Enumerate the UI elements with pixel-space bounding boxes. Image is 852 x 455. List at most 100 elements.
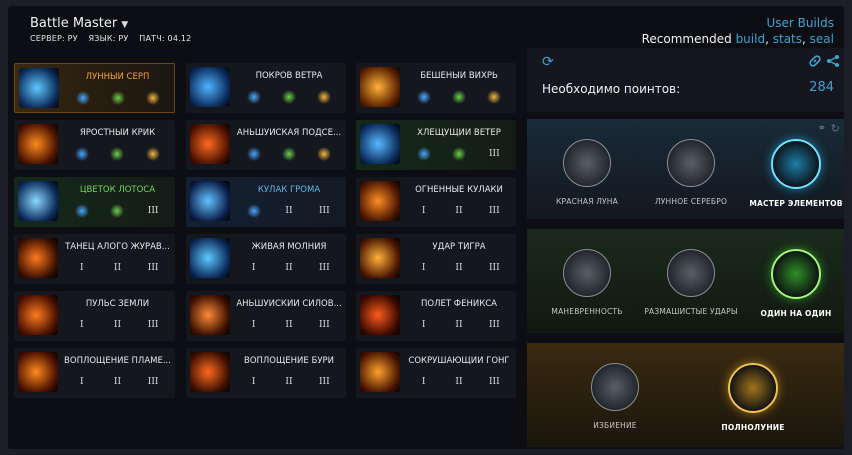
class-title: Battle Master — [30, 16, 118, 31]
talent-option[interactable]: РАЗМАШИСТЫЕ УДАРЫ — [641, 249, 741, 316]
skill-tier-option[interactable]: I — [70, 263, 94, 273]
skill-card[interactable]: АНЬШУЙСКАЯ ПОДСЕ... — [186, 120, 346, 170]
skill-card[interactable]: ТАНЕЦ АЛОГО ЖУРАВ... I II III — [14, 234, 175, 284]
skill-card[interactable]: ЖИВАЯ МОЛНИЯ I II III — [186, 234, 346, 284]
skill-tier-option[interactable]: II — [447, 377, 471, 387]
skill-option-icon[interactable] — [106, 91, 130, 105]
skill-tier-option[interactable]: II — [277, 263, 301, 273]
skill-tier-option[interactable]: I — [412, 263, 436, 273]
skill-option-icon[interactable] — [242, 147, 266, 161]
skill-option-icon[interactable] — [70, 204, 94, 218]
skill-option-icon[interactable] — [105, 147, 129, 161]
skill-card[interactable]: ВОПЛОЩЕНИЕ БУРИ I II III — [186, 348, 346, 398]
skill-icon — [360, 67, 400, 107]
skill-tier-option[interactable]: III — [482, 149, 506, 159]
user-builds-link[interactable]: User Builds — [766, 16, 834, 30]
skill-option-icon[interactable] — [105, 204, 129, 218]
skill-tier-option[interactable]: I — [412, 206, 436, 216]
skill-tier-option[interactable]: I — [412, 377, 436, 387]
skill-tier-option[interactable]: II — [447, 320, 471, 330]
skill-tier-option[interactable]: I — [70, 320, 94, 330]
skill-card[interactable]: СОКРУШАЮЩИЙ ГОНГ I II III — [356, 348, 516, 398]
talent-option[interactable]: ПОЛНОЛУНИЕ — [703, 363, 803, 432]
skill-option-icon[interactable] — [277, 90, 301, 104]
skill-tier-option[interactable]: I — [242, 320, 266, 330]
skill-card[interactable]: ЦВЕТОК ЛОТОСА III — [14, 177, 175, 227]
talent-option[interactable]: ЛУННОЕ СЕРЕБРО — [641, 139, 741, 206]
skill-tier-option[interactable]: III — [141, 377, 165, 387]
class-selector[interactable]: Battle Master ▼ — [30, 16, 128, 31]
skill-tier-option[interactable]: III — [312, 320, 336, 330]
skill-option-icon[interactable] — [412, 147, 436, 161]
skill-option-icon[interactable] — [277, 147, 301, 161]
skill-option-icon[interactable] — [71, 91, 95, 105]
skill-card[interactable]: КУЛАК ГРОМА II III — [186, 177, 346, 227]
potion-icon — [771, 139, 821, 189]
skill-card[interactable]: БЕШЕНЫЙ ВИХРЬ — [356, 63, 516, 113]
skill-card[interactable]: АНЬШУЙСКИЙ СИЛОВ... I II III — [186, 291, 346, 341]
skill-card[interactable]: ВОПЛОЩЕНИЕ ПЛАМЕ... I II III — [14, 348, 175, 398]
skill-tier-options: I II III — [236, 374, 342, 390]
skill-option-icon[interactable] — [242, 90, 266, 104]
skill-option-icon[interactable] — [70, 147, 94, 161]
share-icon[interactable] — [826, 54, 840, 72]
skill-tier-option[interactable]: III — [141, 263, 165, 273]
skill-tier-option[interactable]: I — [70, 377, 94, 387]
chevron-down-icon: ▼ — [121, 20, 129, 30]
skill-tier-option[interactable]: III — [312, 206, 336, 216]
skill-tier-option[interactable]: II — [277, 206, 301, 216]
skill-card[interactable]: ЯРОСТНЫЙ КРИК — [14, 120, 175, 170]
skill-option-icon[interactable] — [312, 147, 336, 161]
skill-option-icon[interactable] — [312, 90, 336, 104]
sword-moon-icon — [728, 363, 778, 413]
skill-card[interactable]: ХЛЕЩУЩИЙ ВЕТЕР III — [356, 120, 516, 170]
skill-card[interactable]: ПОЛЕТ ФЕНИКСА I II III — [356, 291, 516, 341]
skill-option-icon[interactable] — [482, 90, 506, 104]
skill-option-icon[interactable] — [141, 147, 165, 161]
skill-tier-option[interactable]: III — [312, 377, 336, 387]
skill-card[interactable]: ОГНЕННЫЕ КУЛАКИ I II III — [356, 177, 516, 227]
skill-icon — [18, 352, 58, 392]
skill-tier-option[interactable]: III — [482, 206, 506, 216]
sync-icon[interactable]: ⟳ — [542, 54, 554, 70]
skill-card[interactable]: ПУЛЬС ЗЕМЛИ I II III — [14, 291, 175, 341]
skill-tier-option[interactable]: I — [242, 377, 266, 387]
talent-option[interactable]: МАСТЕР ЭЛЕМЕНТОВ — [746, 139, 844, 208]
talent-option[interactable]: КРАСНАЯ ЛУНА — [537, 139, 637, 206]
skill-tier-option[interactable]: III — [482, 320, 506, 330]
skill-tier-option[interactable]: I — [412, 320, 436, 330]
skill-tier-option[interactable]: II — [277, 377, 301, 387]
seal-link[interactable]: seal — [810, 32, 834, 46]
skill-tier-option[interactable]: II — [105, 263, 129, 273]
skill-tier-option[interactable]: II — [105, 320, 129, 330]
skill-tier-option[interactable]: III — [141, 320, 165, 330]
skill-option-icon[interactable] — [242, 204, 266, 218]
skill-tier-option[interactable]: II — [447, 206, 471, 216]
talent-option[interactable]: ИЗБИЕНИЕ — [565, 363, 665, 430]
skill-tier-option[interactable]: I — [242, 263, 266, 273]
link-icon[interactable] — [808, 54, 822, 72]
skill-name: ВОПЛОЩЕНИЕ ПЛАМЕ... — [64, 356, 171, 366]
skill-card[interactable]: УДАР ТИГРА I II III — [356, 234, 516, 284]
skill-tier-option[interactable]: III — [312, 263, 336, 273]
skill-option-icon[interactable] — [141, 91, 165, 105]
skill-tier-option[interactable]: II — [447, 263, 471, 273]
talent-option[interactable]: МАНЕВРЕННОСТЬ — [537, 249, 637, 316]
skill-tier-options: I II III — [406, 203, 512, 219]
skill-card[interactable]: ПОКРОВ ВЕТРА — [186, 63, 346, 113]
skill-option-icon[interactable] — [447, 90, 471, 104]
skill-tier-option[interactable]: II — [277, 320, 301, 330]
stats-link[interactable]: stats — [773, 32, 802, 46]
skill-option-icon[interactable] — [412, 90, 436, 104]
skill-tier-option[interactable]: II — [105, 377, 129, 387]
skill-tier-option[interactable]: III — [482, 263, 506, 273]
skill-card[interactable]: ЛУННЫЙ СЕРП — [14, 63, 175, 113]
row-link-icon[interactable]: ⚭ — [818, 123, 826, 134]
skill-option-icon[interactable] — [447, 147, 471, 161]
skill-tier-options — [236, 89, 342, 105]
skill-tier-option[interactable]: III — [482, 377, 506, 387]
talent-option[interactable]: ОДИН НА ОДИН — [746, 249, 844, 318]
row-reset-icon[interactable]: ↻ — [831, 122, 840, 135]
build-link[interactable]: build — [736, 32, 766, 46]
skill-tier-option[interactable]: III — [141, 206, 165, 216]
